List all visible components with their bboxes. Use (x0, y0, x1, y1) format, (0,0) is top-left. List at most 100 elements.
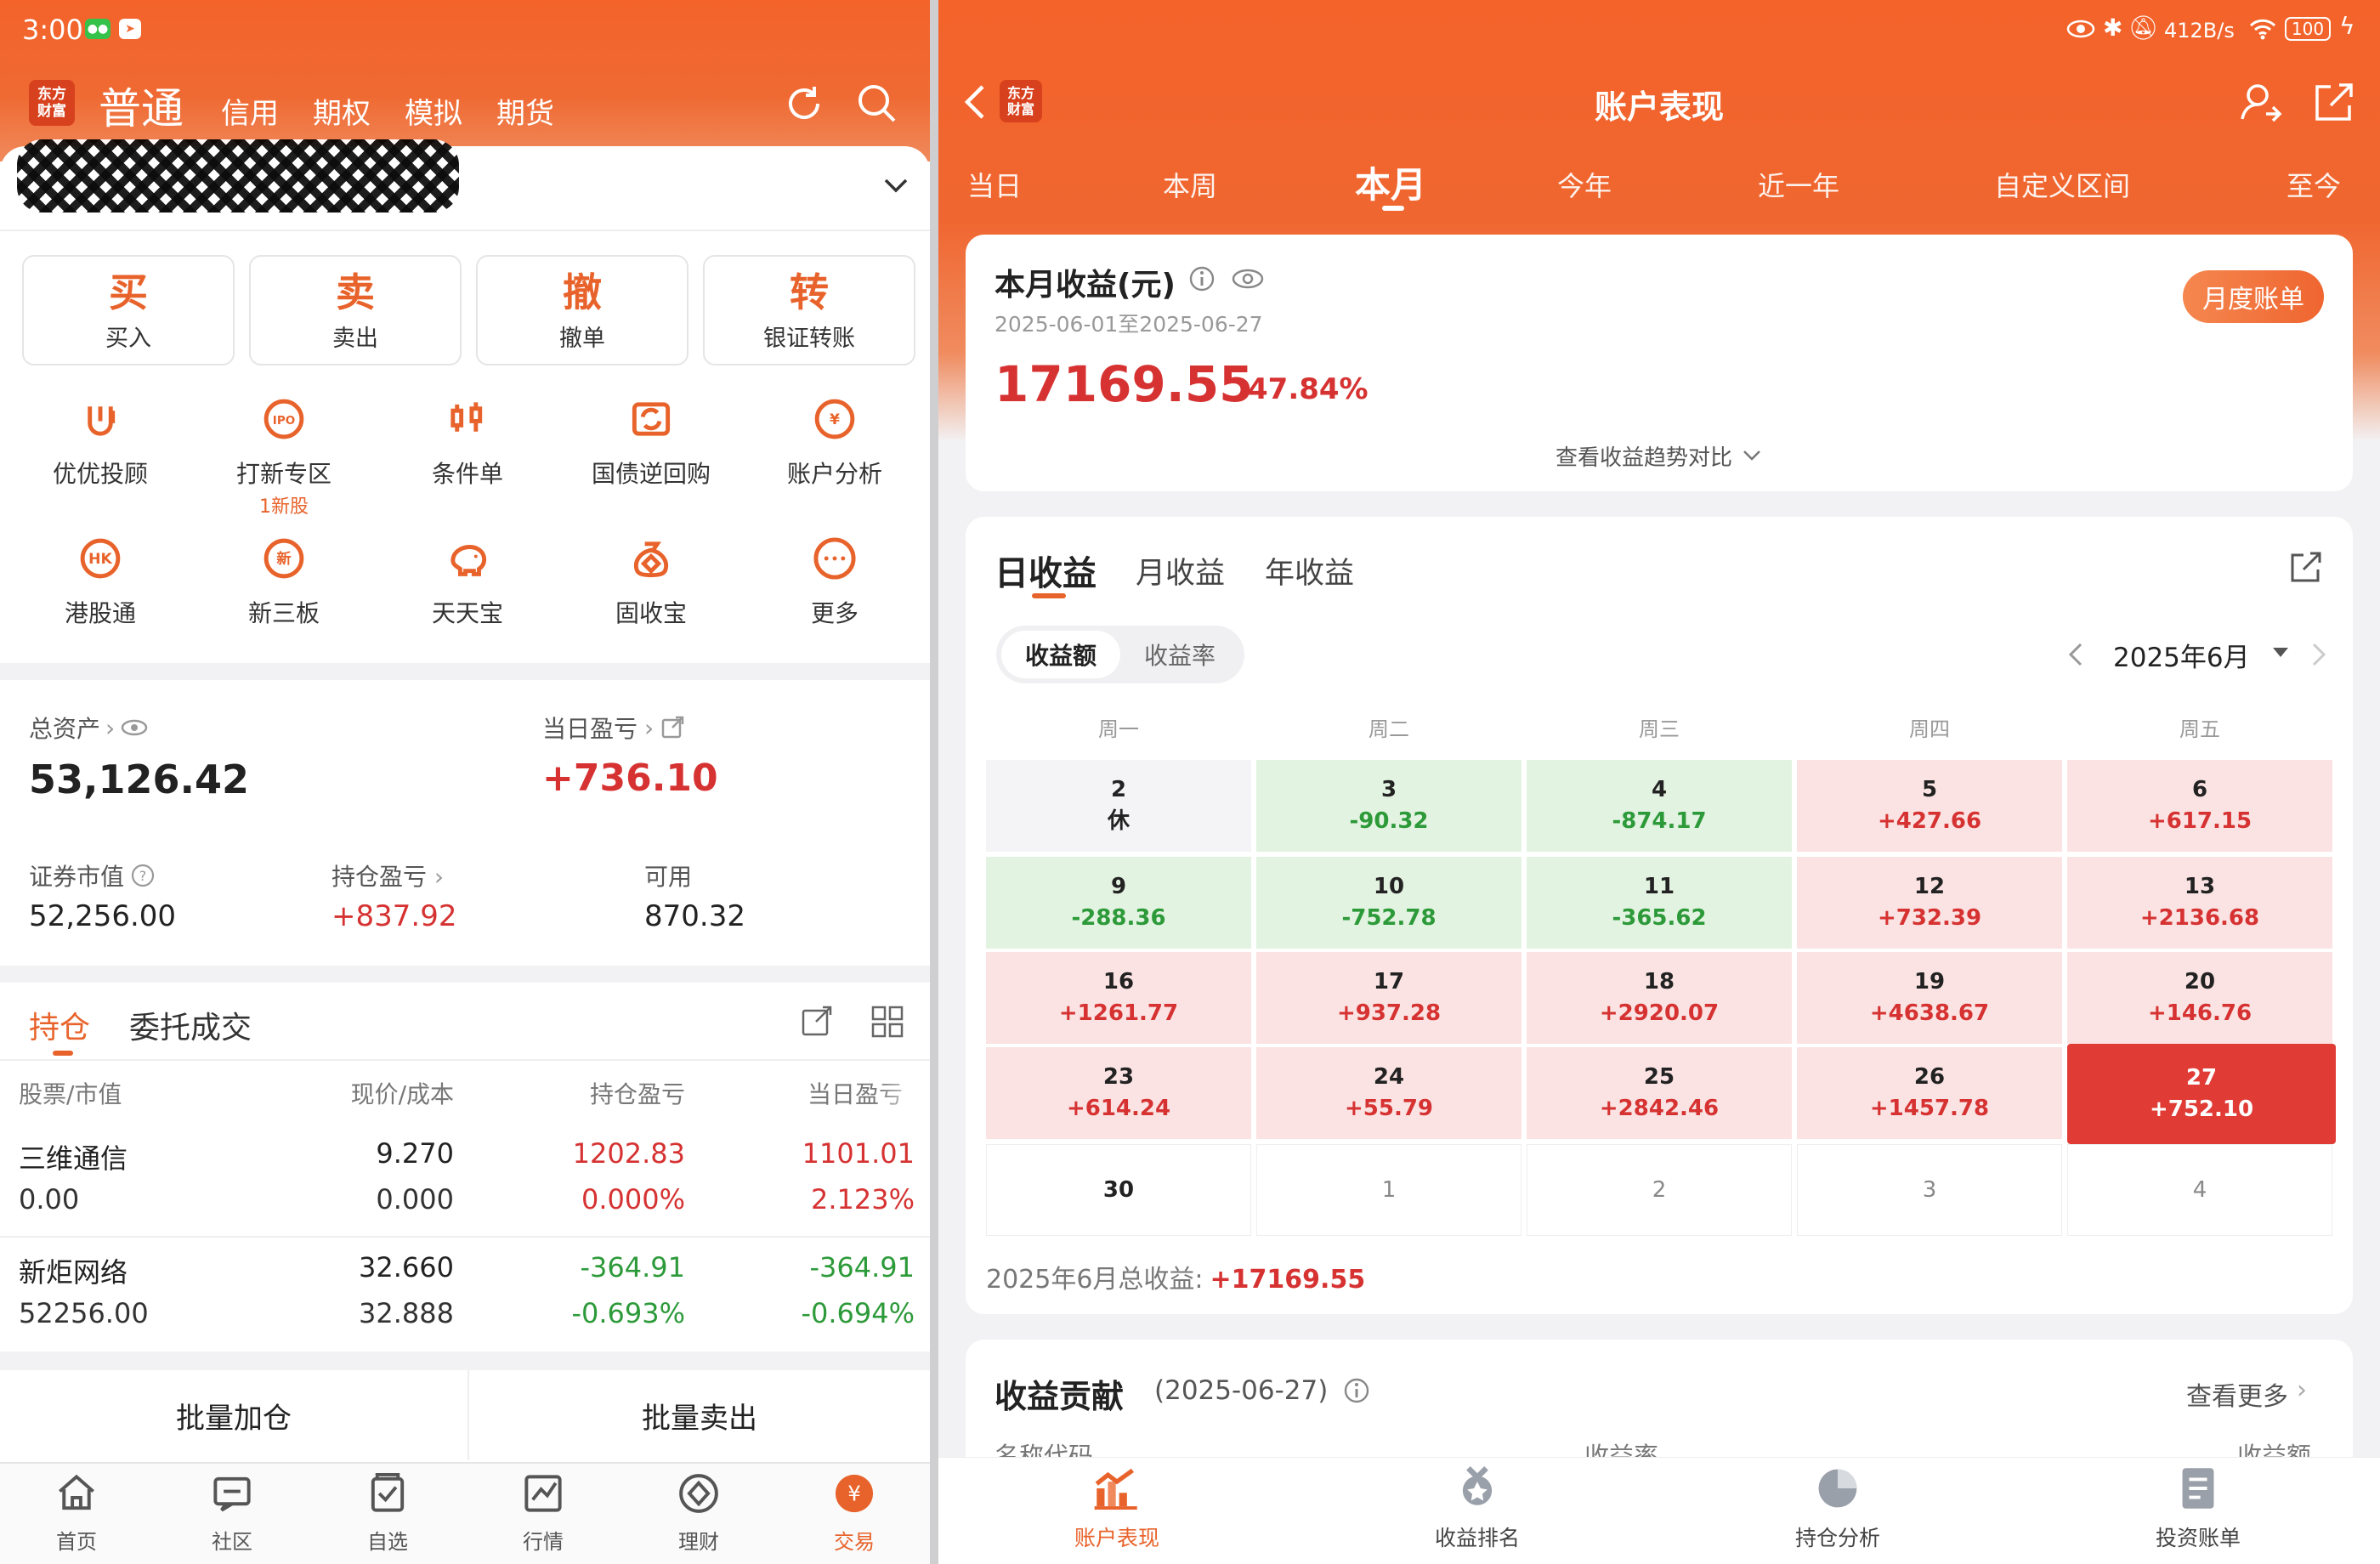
action-button-3[interactable]: 转银证转账 (703, 255, 915, 366)
next-month-icon[interactable] (2310, 641, 2327, 668)
period-tab-1[interactable]: 本周 (1163, 165, 1217, 204)
nav-market[interactable]: 行情 (475, 1470, 611, 1562)
prev-month-icon[interactable] (2067, 641, 2084, 668)
tab-positions[interactable]: 持仓 (29, 1003, 90, 1047)
feature-neeq[interactable]: 新新三板 (207, 532, 360, 643)
tab-credit[interactable]: 信用 (221, 90, 279, 132)
feature-piggy-bank[interactable]: 天天宝 (391, 532, 544, 643)
period-tab-6[interactable]: 至今 (2286, 165, 2341, 204)
table-row[interactable]: 三维通信 0.00 9.270 0.000 1202.83 0.000% 1101.01 2.… (0, 1130, 930, 1241)
monthly-bill-button[interactable]: 月度账单 (2183, 270, 2324, 323)
info-icon[interactable] (1188, 265, 1216, 292)
share-icon[interactable] (801, 1005, 833, 1037)
feature-account-analysis[interactable]: ¥ 账户分析 (758, 393, 911, 503)
calendar-day[interactable]: 2 (1527, 1144, 1792, 1236)
calendar-day[interactable]: 12 +732.39 (1797, 857, 2062, 949)
calendar-day[interactable]: 9 -288.36 (986, 857, 1251, 949)
nav-ranking[interactable]: 收益排名 (1384, 1464, 1571, 1559)
calendar-day[interactable]: 23 +614.24 (986, 1047, 1251, 1139)
share-icon[interactable] (660, 716, 684, 740)
calendar-day[interactable]: 5 +427.66 (1797, 760, 2062, 852)
chevron-down-icon[interactable] (881, 175, 911, 196)
total-assets-label[interactable]: 总资产 › (29, 711, 149, 745)
calendar-day[interactable]: 16 +1261.77 (986, 952, 1251, 1044)
tab-monthly-earnings[interactable]: 月收益 (1136, 549, 1225, 592)
nav-invest-bill[interactable]: 投资账单 (2105, 1464, 2292, 1559)
grid-layout-icon[interactable] (870, 1005, 904, 1039)
calendar-day[interactable]: 3 (1797, 1144, 2062, 1236)
feature-condition-order[interactable]: 条件单 (391, 393, 544, 503)
period-tab-3[interactable]: 今年 (1557, 165, 1612, 204)
tab-daily-earnings[interactable]: 日收益 (994, 546, 1096, 595)
table-row[interactable]: 新炬网络 52256.00 32.660 32.888 -364.91 -0.693% -3… (0, 1244, 930, 1355)
calendar-day[interactable]: 1 (1256, 1144, 1522, 1236)
refresh-icon[interactable] (780, 80, 828, 128)
nav-watchlist[interactable]: 自选 (320, 1470, 456, 1562)
nav-performance[interactable]: 账户表现 (1023, 1464, 1210, 1559)
calendar-day[interactable]: 13 +2136.68 (2067, 857, 2332, 949)
period-tab-2[interactable]: 本月 (1355, 156, 1426, 208)
batch-add-button[interactable]: 批量加仓 (0, 1370, 468, 1460)
help-icon[interactable]: ? (131, 864, 155, 887)
nav-trade[interactable]: ¥ 交易 (786, 1470, 922, 1562)
nav-position-analysis[interactable]: 持仓分析 (1744, 1464, 1931, 1559)
calendar-day[interactable]: 18 +2920.07 (1527, 952, 1792, 1044)
tab-normal[interactable]: 普通 (99, 75, 184, 136)
tab-orders[interactable]: 委托成交 (129, 1003, 252, 1047)
feature-ipo[interactable]: IPO 打新专区 1新股 (207, 393, 360, 518)
calendar-day-number: 30 (1102, 1176, 1135, 1203)
info-icon[interactable] (1343, 1377, 1370, 1404)
user-icon[interactable] (2239, 80, 2283, 124)
feature-hk-connect[interactable]: HK 港股通 (24, 532, 177, 643)
nav-home[interactable]: 首页 (8, 1470, 144, 1562)
calendar-day[interactable]: 24 +55.79 (1256, 1047, 1522, 1139)
calendar-day[interactable]: 4 -874.17 (1527, 760, 1792, 852)
feature-uu-advisor[interactable]: 优优投顾 (24, 393, 177, 503)
period-tab-5[interactable]: 自定义区间 (1994, 165, 2130, 204)
nav-community[interactable]: 社区 (164, 1470, 300, 1562)
tab-options[interactable]: 期权 (313, 90, 371, 132)
daily-pl-label[interactable]: 当日盈亏 › (542, 711, 684, 745)
caret-down-icon[interactable] (2271, 646, 2290, 660)
toggle-rate[interactable]: 收益率 (1120, 631, 1239, 678)
toggle-amount[interactable]: 收益额 (1001, 631, 1120, 678)
calendar-day[interactable]: 26 +1457.78 (1797, 1047, 2062, 1139)
calendar-day[interactable]: 10 -752.78 (1256, 857, 1522, 949)
calendar-day[interactable]: 19 +4638.67 (1797, 952, 2062, 1044)
calendar-day[interactable]: 30 (986, 1144, 1251, 1236)
eye-icon[interactable] (120, 718, 149, 737)
calendar-day[interactable]: 27 +752.10 (2067, 1044, 2336, 1144)
split-divider[interactable] (930, 0, 938, 1564)
share-icon[interactable] (2288, 551, 2322, 585)
calendar-day[interactable]: 6 +617.15 (2067, 760, 2332, 852)
hold-pl-label[interactable]: 持仓盈亏 › (332, 858, 444, 892)
feature-money-bag[interactable]: 固收宝 (575, 532, 728, 643)
action-button-2[interactable]: 撤撤单 (476, 255, 688, 366)
period-tab-0[interactable]: 当日 (967, 165, 1022, 204)
calendar-day[interactable]: 4 (2067, 1144, 2332, 1236)
calendar-day[interactable]: 20 +146.76 (2067, 952, 2332, 1044)
tab-futures[interactable]: 期货 (496, 90, 554, 132)
nav-finance[interactable]: 理财 (631, 1470, 767, 1562)
feature-more[interactable]: 更多 (758, 532, 911, 643)
action-button-0[interactable]: 买买入 (22, 255, 235, 366)
action-button-1[interactable]: 卖卖出 (249, 255, 462, 366)
col-header-day-pl: 当日盈亏 (808, 1080, 904, 1108)
market-value-label[interactable]: 证券市值 ? (29, 858, 155, 892)
eye-icon[interactable] (1231, 267, 1265, 291)
share-icon[interactable] (2312, 82, 2354, 124)
feature-reverse-repo[interactable]: 国债逆回购 (575, 393, 728, 503)
tab-yearly-earnings[interactable]: 年收益 (1265, 549, 1354, 592)
tab-simulate[interactable]: 模拟 (405, 90, 462, 132)
calendar-day[interactable]: 3 -90.32 (1256, 760, 1522, 852)
month-selector[interactable]: 2025年6月 (2113, 636, 2250, 674)
calendar-day[interactable]: 2休 (986, 760, 1251, 852)
calendar-day[interactable]: 11 -365.62 (1527, 857, 1792, 949)
calendar-day[interactable]: 25 +2842.46 (1527, 1047, 1792, 1139)
calendar-day[interactable]: 17 +937.28 (1256, 952, 1522, 1044)
period-tab-4[interactable]: 近一年 (1758, 165, 1839, 204)
trend-compare-link[interactable]: 查看收益趋势对比 (966, 437, 2353, 474)
contribution-more-link[interactable]: 查看更多 › (2186, 1375, 2307, 1413)
search-icon[interactable] (853, 80, 901, 128)
batch-sell-button[interactable]: 批量卖出 (469, 1370, 930, 1460)
